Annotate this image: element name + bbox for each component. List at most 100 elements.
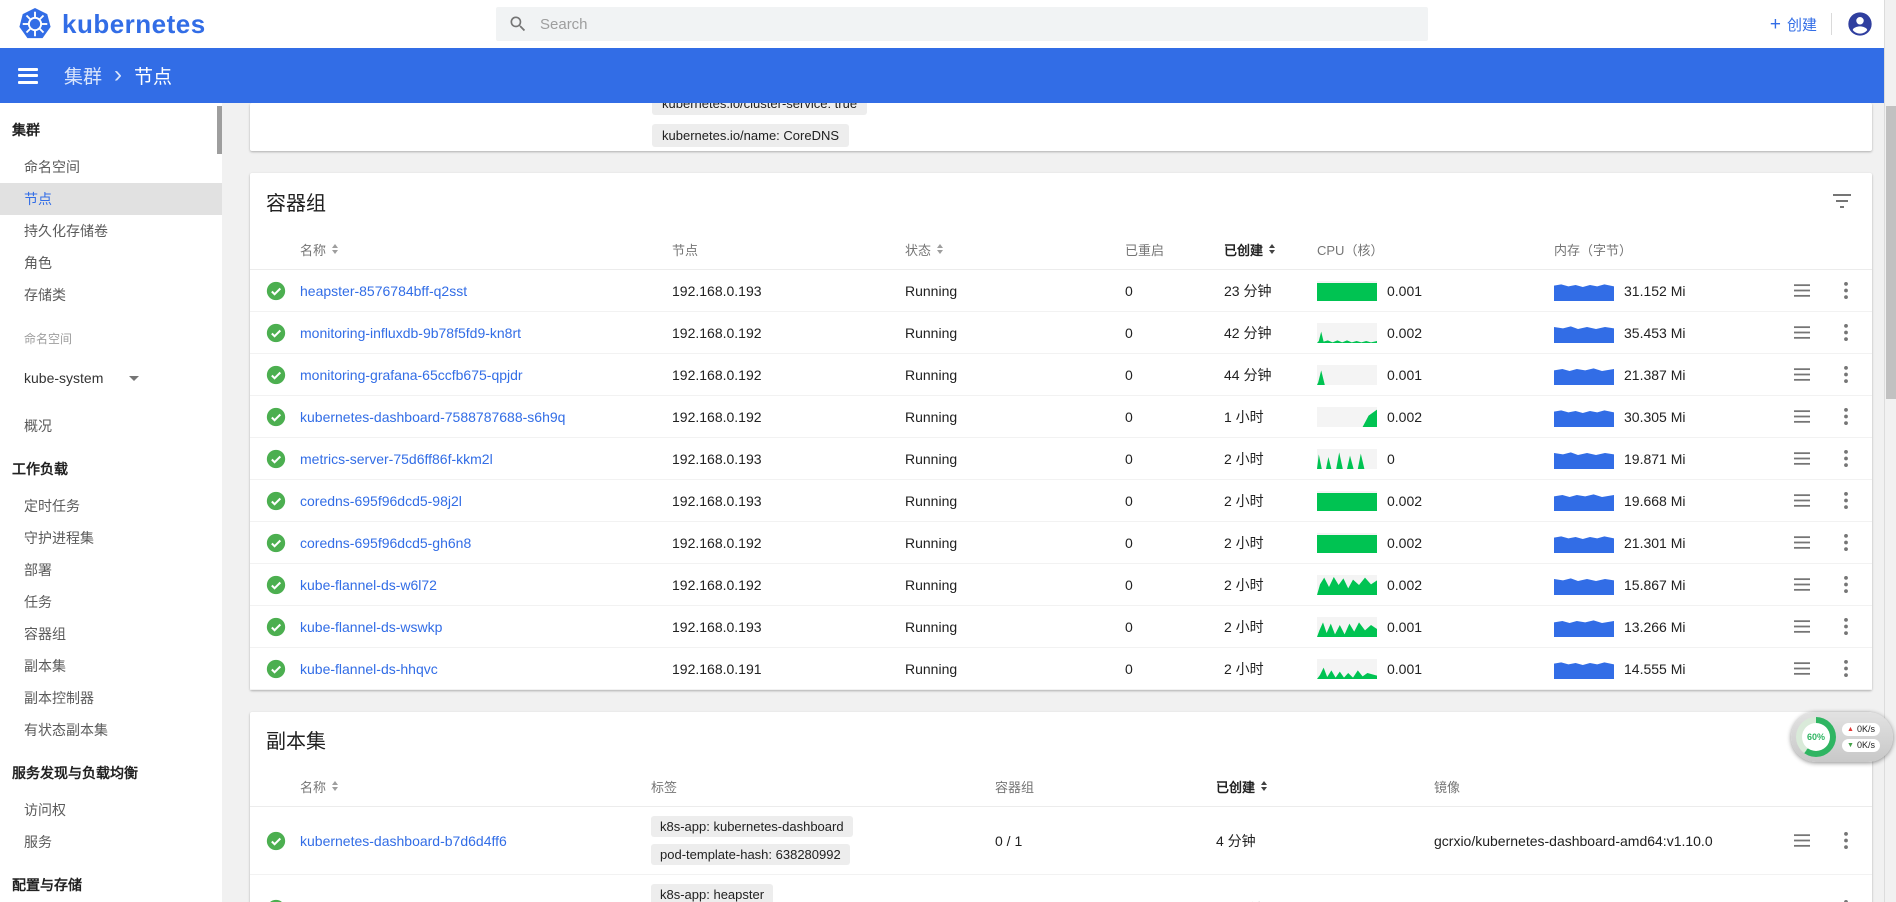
column-header-status[interactable]: 状态 bbox=[905, 240, 1125, 259]
kebab-menu-icon[interactable] bbox=[1842, 658, 1850, 679]
sparkline-chart bbox=[1317, 281, 1377, 301]
kebab-menu-icon[interactable] bbox=[1842, 532, 1850, 553]
sidebar-item-deployments[interactable]: 部署 bbox=[0, 554, 222, 586]
pod-name-link[interactable]: coredns-695f96dcd5-98j2l bbox=[300, 493, 462, 509]
sidebar-item-cron-jobs[interactable]: 定时任务 bbox=[0, 490, 222, 522]
label-chip: kubernetes.io/name: CoreDNS bbox=[652, 124, 849, 147]
sidebar-item-namespaces[interactable]: 命名空间 bbox=[0, 151, 222, 183]
sort-arrows-icon bbox=[1269, 244, 1275, 254]
namespace-select[interactable]: kube-system bbox=[24, 361, 139, 395]
rs-name-link[interactable]: kubernetes-dashboard-b7d6d4ff6 bbox=[300, 833, 507, 849]
column-header-cpu: CPU（核） bbox=[1317, 240, 1554, 259]
logs-icon[interactable] bbox=[1792, 450, 1812, 467]
pod-row: kube-flannel-ds-wswkp192.168.0.193Runnin… bbox=[250, 606, 1872, 648]
breadcrumb-cluster[interactable]: 集群 bbox=[64, 62, 102, 89]
column-header-name[interactable]: 名称 bbox=[300, 240, 672, 259]
kebab-menu-icon[interactable] bbox=[1842, 490, 1850, 511]
search-bar[interactable] bbox=[496, 7, 1428, 41]
kubernetes-logo[interactable]: kubernetes bbox=[18, 7, 206, 41]
pod-cpu: 0.001 bbox=[1317, 659, 1554, 679]
logs-icon[interactable] bbox=[1792, 660, 1812, 677]
pod-actions bbox=[1754, 574, 1872, 595]
pod-memory: 35.453 Mi bbox=[1554, 323, 1754, 343]
pod-name-link[interactable]: monitoring-influxdb-9b78f5fd9-kn8rt bbox=[300, 325, 521, 341]
hamburger-menu-icon[interactable] bbox=[14, 60, 42, 91]
sidebar-item-jobs[interactable]: 任务 bbox=[0, 586, 222, 618]
kebab-menu-icon[interactable] bbox=[1842, 448, 1850, 469]
pod-cpu: 0.002 bbox=[1317, 491, 1554, 511]
logs-icon[interactable] bbox=[1792, 324, 1812, 341]
sparkline-chart bbox=[1317, 575, 1377, 595]
sidebar-item-replication-controllers[interactable]: 副本控制器 bbox=[0, 682, 222, 714]
kebab-menu-icon[interactable] bbox=[1842, 898, 1850, 902]
pod-memory-value: 21.301 Mi bbox=[1624, 535, 1685, 551]
pod-memory-value: 19.871 Mi bbox=[1624, 451, 1685, 467]
system-monitor-widget[interactable]: 60% ▲ 0K/s ▼ 0K/s bbox=[1791, 712, 1893, 762]
page-scrollbar-thumb[interactable] bbox=[1886, 106, 1896, 399]
sidebar-item-ingresses[interactable]: 访问权 bbox=[0, 794, 222, 826]
pod-node: 192.168.0.192 bbox=[672, 409, 905, 425]
page-scrollbar[interactable] bbox=[1884, 0, 1896, 902]
logs-icon[interactable] bbox=[1792, 366, 1812, 383]
create-button[interactable]: + 创建 bbox=[1770, 14, 1817, 35]
column-header-name[interactable]: 名称 bbox=[300, 777, 651, 796]
pod-name-link[interactable]: kube-flannel-ds-wswkp bbox=[300, 619, 442, 635]
logs-icon[interactable] bbox=[1792, 576, 1812, 593]
pod-name-link[interactable]: metrics-server-75d6ff86f-kkm2l bbox=[300, 451, 493, 467]
sidebar-item-overview[interactable]: 概况 bbox=[0, 410, 222, 442]
column-label: 状态 bbox=[905, 240, 931, 259]
pod-status: Running bbox=[905, 367, 1125, 383]
check-circle-icon bbox=[266, 365, 286, 385]
pod-name-link[interactable]: kubernetes-dashboard-7588787688-s6h9q bbox=[300, 409, 565, 425]
breadcrumb: 集群›节点 bbox=[64, 62, 172, 89]
logs-icon[interactable] bbox=[1792, 534, 1812, 551]
column-header-created[interactable]: 已创建 bbox=[1224, 240, 1317, 259]
kebab-menu-icon[interactable] bbox=[1842, 574, 1850, 595]
sidebar-item-daemon-sets[interactable]: 守护进程集 bbox=[0, 522, 222, 554]
sidebar-item-services[interactable]: 服务 bbox=[0, 826, 222, 858]
kebab-menu-icon[interactable] bbox=[1842, 280, 1850, 301]
column-header-created[interactable]: 已创建 bbox=[1216, 777, 1434, 796]
logs-icon[interactable] bbox=[1792, 618, 1812, 635]
pod-name-link[interactable]: monitoring-grafana-65ccfb675-qpjdr bbox=[300, 367, 523, 383]
sidebar-item-persistent-volumes[interactable]: 持久化存储卷 bbox=[0, 215, 222, 247]
sidebar-item-storage-classes[interactable]: 存储类 bbox=[0, 279, 222, 311]
pod-cpu-value: 0.002 bbox=[1387, 535, 1422, 551]
pod-name-link[interactable]: kube-flannel-ds-hhqvc bbox=[300, 661, 438, 677]
pod-actions bbox=[1754, 490, 1872, 511]
pod-cpu: 0.002 bbox=[1317, 575, 1554, 595]
pod-status-ok bbox=[250, 533, 300, 553]
filter-icon[interactable] bbox=[1828, 187, 1856, 215]
pod-name-link[interactable]: kube-flannel-ds-w6l72 bbox=[300, 577, 437, 593]
pod-row: coredns-695f96dcd5-98j2l192.168.0.193Run… bbox=[250, 480, 1872, 522]
logs-icon[interactable] bbox=[1792, 832, 1812, 849]
pod-name-link[interactable]: coredns-695f96dcd5-gh6n8 bbox=[300, 535, 471, 551]
usage-gauge: 60% bbox=[1796, 717, 1836, 757]
check-circle-icon bbox=[266, 281, 286, 301]
logs-icon[interactable] bbox=[1792, 408, 1812, 425]
pod-status-ok bbox=[250, 491, 300, 511]
kebab-menu-icon[interactable] bbox=[1842, 830, 1850, 851]
pod-status-ok bbox=[250, 617, 300, 637]
search-input[interactable] bbox=[538, 15, 1382, 34]
sidebar-scrollbar-thumb[interactable] bbox=[217, 106, 222, 154]
sidebar-item-replica-sets[interactable]: 副本集 bbox=[0, 650, 222, 682]
kebab-menu-icon[interactable] bbox=[1842, 616, 1850, 637]
pod-cpu: 0.002 bbox=[1317, 323, 1554, 343]
sidebar-item-nodes[interactable]: 节点 bbox=[0, 183, 222, 215]
sidebar-item-roles[interactable]: 角色 bbox=[0, 247, 222, 279]
kebab-menu-icon[interactable] bbox=[1842, 406, 1850, 427]
sidebar-item-pods[interactable]: 容器组 bbox=[0, 618, 222, 650]
sparkline-chart bbox=[1317, 659, 1377, 679]
pod-restarts: 0 bbox=[1125, 577, 1224, 593]
account-icon[interactable] bbox=[1846, 10, 1874, 38]
rs-labels: k8s-app: kubernetes-dashboardpod-templat… bbox=[651, 807, 995, 874]
kebab-menu-icon[interactable] bbox=[1842, 364, 1850, 385]
logs-icon[interactable] bbox=[1792, 492, 1812, 509]
kebab-menu-icon[interactable] bbox=[1842, 322, 1850, 343]
pod-status-ok bbox=[250, 449, 300, 469]
pod-status: Running bbox=[905, 619, 1125, 635]
logs-icon[interactable] bbox=[1792, 282, 1812, 299]
sidebar-item-stateful-sets[interactable]: 有状态副本集 bbox=[0, 714, 222, 746]
pod-name-link[interactable]: heapster-8576784bff-q2sst bbox=[300, 283, 467, 299]
